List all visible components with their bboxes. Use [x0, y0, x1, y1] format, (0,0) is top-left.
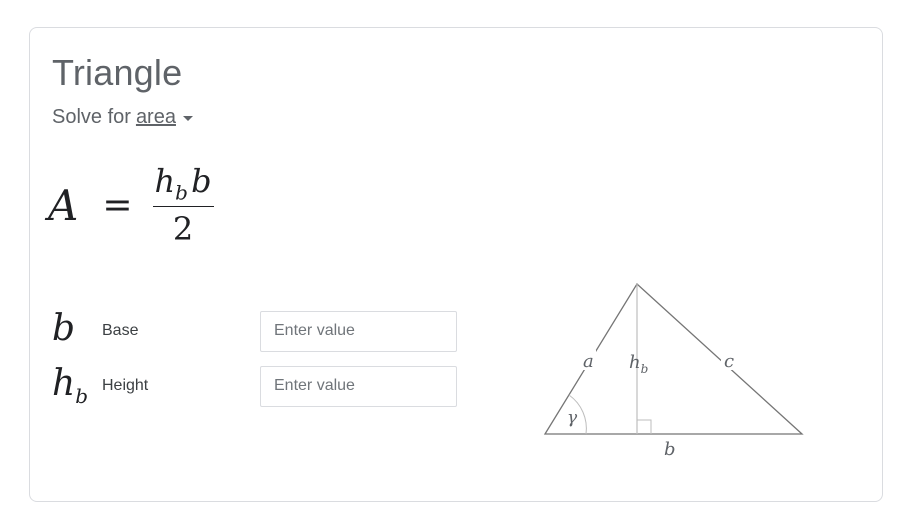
formula-numerator: hb b: [152, 161, 214, 208]
side-a-label: a: [583, 351, 594, 372]
height-input-row: hb Height: [52, 363, 457, 409]
base-input-row: b Base: [52, 308, 457, 352]
numerator-b: b: [191, 161, 212, 200]
formula-equals: =: [102, 184, 133, 226]
caret-down-icon[interactable]: [182, 116, 193, 121]
base-label: Base: [102, 322, 139, 339]
side-c-label: c: [724, 351, 734, 372]
right-angle-marker: [637, 419, 652, 434]
height-symbol: hb: [52, 363, 88, 409]
triangle-calculator-card: Triangle Solve for area A = hb b 2 b Bas…: [29, 27, 883, 502]
triangle-diagram: a c hb γ b: [543, 282, 804, 460]
area-formula: A = hb b 2: [48, 160, 214, 250]
solve-for-prefix: Solve for: [52, 106, 131, 128]
formula-denominator: 2: [172, 210, 194, 249]
base-symbol: b: [52, 308, 76, 350]
base-input[interactable]: [260, 310, 457, 352]
height-label: Height: [102, 377, 149, 394]
formula-fraction: hb b 2: [152, 161, 214, 249]
height-input[interactable]: [260, 365, 457, 407]
side-b-label: b: [664, 439, 676, 460]
angle-label: γ: [567, 408, 578, 428]
numerator-h-sub: b: [175, 180, 188, 205]
formula-lhs: A: [48, 180, 79, 230]
solve-for-target[interactable]: area: [136, 106, 176, 129]
height-label-h: hb: [629, 352, 648, 376]
calculator-title: Triangle: [52, 52, 183, 93]
numerator-h: h: [154, 161, 176, 200]
solve-for-dropdown[interactable]: Solve for area: [52, 106, 193, 129]
